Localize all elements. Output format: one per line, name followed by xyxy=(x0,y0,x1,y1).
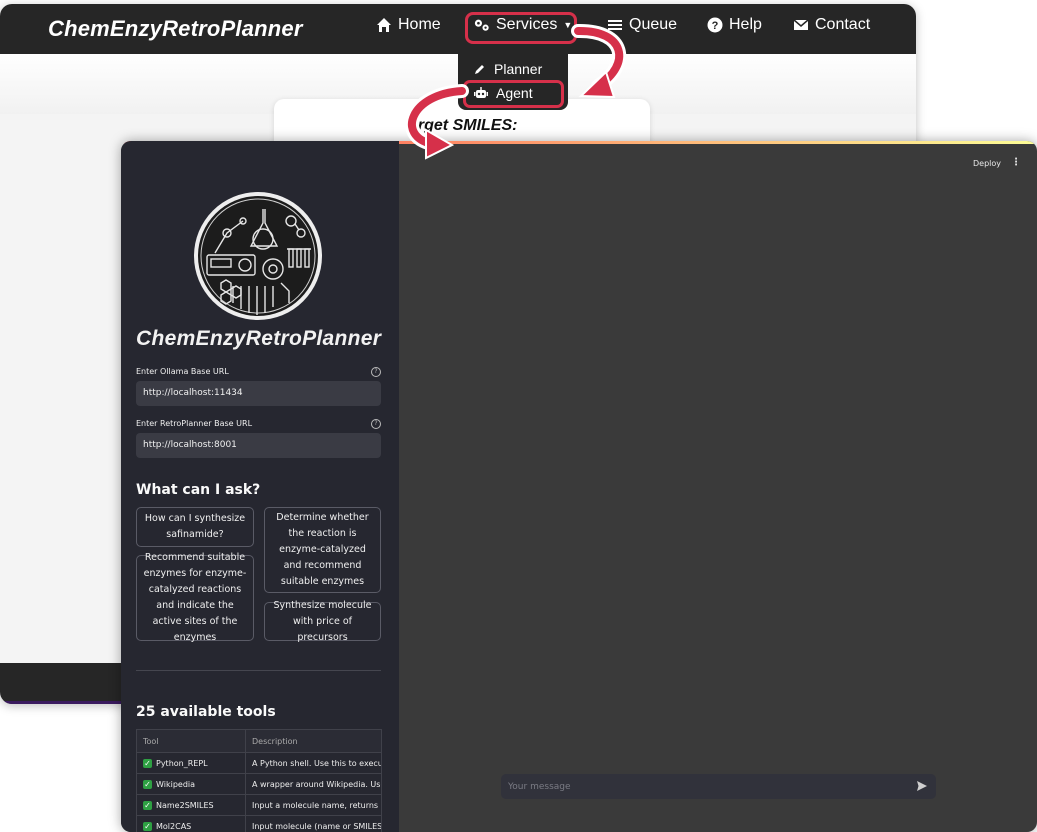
brand-logo-text[interactable]: ChemEnzyRetroPlanner xyxy=(48,16,303,42)
nav-help-label: Help xyxy=(729,16,762,33)
check-icon[interactable]: ✓ xyxy=(143,800,152,810)
chat-placeholder: Your message xyxy=(508,782,571,792)
main-menu-icon[interactable]: ⋮ xyxy=(1011,157,1021,168)
tool-name-cell: ✓ Wikipedia xyxy=(136,773,246,795)
tool-description-cell: A wrapper around Wikipedia. Useful xyxy=(245,773,382,795)
tool-name: Wikipedia xyxy=(156,779,196,789)
lab-logo-icon xyxy=(194,192,322,320)
table-row: ✓ Name2SMILES Input a molecule name, retu… xyxy=(136,794,382,816)
column-header[interactable]: Description xyxy=(245,729,382,753)
retroplanner-url-label: Enter RetroPlanner Base URL xyxy=(136,419,253,428)
tool-description-cell: Input molecule (name or SMILES), re xyxy=(245,815,382,832)
ollama-url-input[interactable]: http://localhost:11434 xyxy=(136,381,381,406)
ask-heading: What can I ask? xyxy=(136,482,261,498)
sidebar: ChemEnzyRetroPlanner Enter Ollama Base U… xyxy=(121,141,399,832)
pencil-icon xyxy=(475,65,484,74)
tool-description-cell: A Python shell. Use this to execute p xyxy=(245,752,382,774)
tool-name-cell: ✓ Python_REPL xyxy=(136,752,246,774)
retroplanner-url-input[interactable]: http://localhost:8001 xyxy=(136,433,381,458)
agent-app-window: ChemEnzyRetroPlanner Enter Ollama Base U… xyxy=(121,141,1037,832)
example-question-button[interactable]: How can I synthesize safinamide? xyxy=(136,507,254,547)
example-question-button[interactable]: Determine whether the reaction is enzyme… xyxy=(264,507,381,593)
ollama-url-label: Enter Ollama Base URL xyxy=(136,367,229,376)
tool-name: Python_REPL xyxy=(156,758,208,768)
chat-input[interactable]: Your message xyxy=(501,774,936,799)
tool-name: Name2SMILES xyxy=(156,800,214,810)
sidebar-title: ChemEnzyRetroPlanner xyxy=(136,327,382,350)
nav-queue-label: Queue xyxy=(629,16,678,33)
card-title: arget SMILES: xyxy=(409,117,518,134)
tool-name-cell: ✓ Mol2CAS xyxy=(136,815,246,832)
check-icon[interactable]: ✓ xyxy=(143,758,152,768)
nav-contact-label: Contact xyxy=(815,16,871,33)
nav-queue[interactable]: Queue xyxy=(607,16,677,34)
tools-heading: 25 available tools xyxy=(136,704,276,720)
tools-table: Tool Description ✓ Python_REPL A Python s… xyxy=(136,729,382,832)
services-highlight-box xyxy=(465,12,577,44)
table-row: ✓ Mol2CAS Input molecule (name or SMILES)… xyxy=(136,815,382,832)
nav-contact[interactable]: Contact xyxy=(793,16,870,34)
help-circle-icon[interactable]: ? xyxy=(371,367,381,377)
sidebar-divider xyxy=(136,670,381,671)
help-circle-icon[interactable]: ? xyxy=(371,419,381,429)
question-circle-icon: ? xyxy=(707,17,723,33)
table-header-row: Tool Description xyxy=(136,729,382,753)
example-question-button[interactable]: Synthesize molecule with price of precur… xyxy=(264,600,381,643)
send-icon[interactable] xyxy=(916,780,928,792)
check-icon[interactable]: ✓ xyxy=(143,821,152,831)
bars-icon xyxy=(608,20,622,30)
nav-home[interactable]: Home xyxy=(376,16,441,34)
navbar: ChemEnzyRetroPlanner Home Services ▼ Que… xyxy=(0,4,916,54)
nav-home-label: Home xyxy=(398,16,441,33)
envelope-icon xyxy=(793,19,809,30)
example-question-button[interactable]: Recommend suitable enzymes for enzyme-ca… xyxy=(136,552,254,643)
nav-help[interactable]: ? Help xyxy=(707,16,762,34)
tool-name: Mol2CAS xyxy=(156,821,192,831)
deploy-button[interactable]: Deploy xyxy=(973,159,1001,168)
home-icon xyxy=(377,18,391,32)
table-row: ✓ Python_REPL A Python shell. Use this to… xyxy=(136,752,382,774)
agent-highlight-box xyxy=(463,80,564,108)
table-row: ✓ Wikipedia A wrapper around Wikipedia. U… xyxy=(136,773,382,795)
check-icon[interactable]: ✓ xyxy=(143,779,152,789)
menu-item-planner-label: Planner xyxy=(494,61,543,77)
svg-text:?: ? xyxy=(712,20,719,32)
menu-item-planner[interactable]: Planner xyxy=(474,61,542,77)
tool-description-cell: Input a molecule name, returns SMIL xyxy=(245,794,382,816)
column-header[interactable]: Tool xyxy=(136,729,246,753)
tool-name-cell: ✓ Name2SMILES xyxy=(136,794,246,816)
